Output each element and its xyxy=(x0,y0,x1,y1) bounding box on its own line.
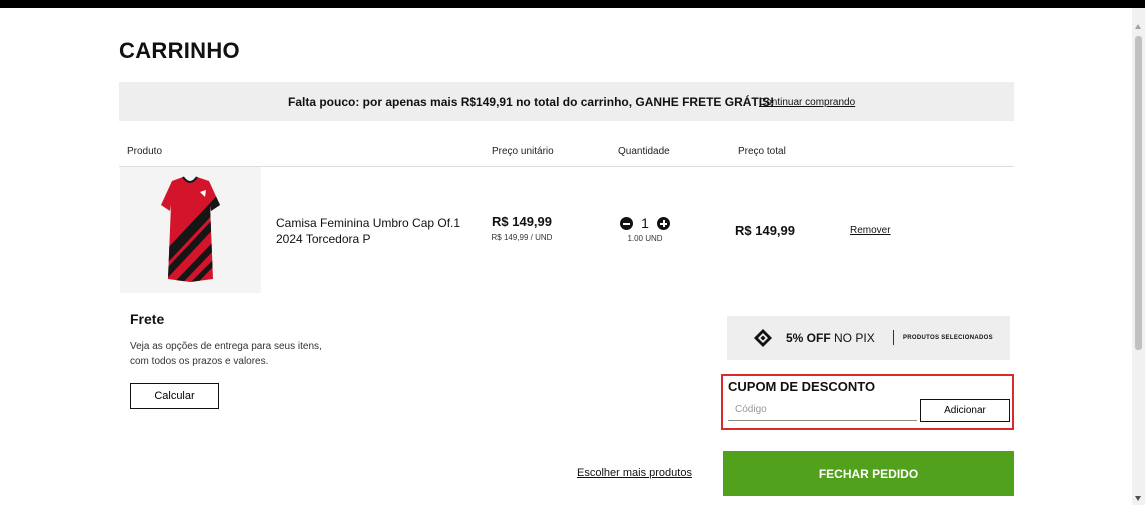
shipping-title: Frete xyxy=(130,311,165,327)
column-header-unit-price: Preço unitário xyxy=(492,146,554,157)
quantity-increase-button[interactable] xyxy=(657,217,670,230)
checkout-button[interactable]: FECHAR PEDIDO xyxy=(723,451,1014,496)
pix-note: PRODUTOS SELECIONADOS xyxy=(903,335,993,341)
unit-price: R$ 149,99 xyxy=(492,214,552,229)
pix-discount-value: 5% OFF xyxy=(786,331,831,345)
top-bar xyxy=(0,0,1145,8)
pix-discount-text: 5% OFF NO PIX xyxy=(786,331,875,345)
quantity-value: 1 xyxy=(641,215,649,231)
shipping-description: Veja as opções de entrega para seus iten… xyxy=(130,341,322,367)
scroll-up-arrow-icon[interactable] xyxy=(1135,24,1141,29)
scroll-down-arrow-icon[interactable] xyxy=(1135,496,1141,501)
jersey-icon xyxy=(161,176,220,282)
free-shipping-banner: Falta pouco: por apenas mais R$149,91 no… xyxy=(119,82,1014,121)
pix-icon xyxy=(754,329,772,347)
page-scrollbar[interactable] xyxy=(1132,8,1145,505)
pix-discount-banner: 5% OFF NO PIX PRODUTOS SELECIONADOS xyxy=(727,316,1010,360)
quantity-decrease-button[interactable] xyxy=(620,217,633,230)
free-shipping-message: Falta pouco: por apenas mais R$149,91 no… xyxy=(288,95,775,109)
coupon-code-input[interactable] xyxy=(728,399,917,421)
column-header-quantity: Quantidade xyxy=(618,146,670,157)
choose-more-products-link[interactable]: Escolher mais produtos xyxy=(577,467,692,479)
calculate-shipping-button[interactable]: Calcular xyxy=(130,383,219,409)
column-header-total-price: Preço total xyxy=(738,146,786,157)
add-coupon-button[interactable]: Adicionar xyxy=(920,399,1010,422)
coupon-section: CUPOM DE DESCONTO Adicionar xyxy=(721,374,1014,430)
page-title: CARRINHO xyxy=(119,38,240,63)
pix-method: NO PIX xyxy=(834,331,875,345)
continue-shopping-link[interactable]: Continuar comprando xyxy=(759,97,855,108)
coupon-title: CUPOM DE DESCONTO xyxy=(728,379,876,394)
product-thumbnail[interactable] xyxy=(120,167,261,293)
total-price: R$ 149,99 xyxy=(735,223,795,238)
product-name[interactable]: Camisa Feminina Umbro Cap Of.1 2024 Torc… xyxy=(276,215,466,247)
scrollbar-thumb[interactable] xyxy=(1135,36,1142,350)
remove-item-link[interactable]: Remover xyxy=(850,225,891,236)
unit-price-per-unit: R$ 149,99 / UND xyxy=(491,233,553,242)
column-header-product: Produto xyxy=(127,146,163,157)
pix-separator xyxy=(893,330,894,345)
quantity-units: 1.00 UND xyxy=(627,234,663,243)
